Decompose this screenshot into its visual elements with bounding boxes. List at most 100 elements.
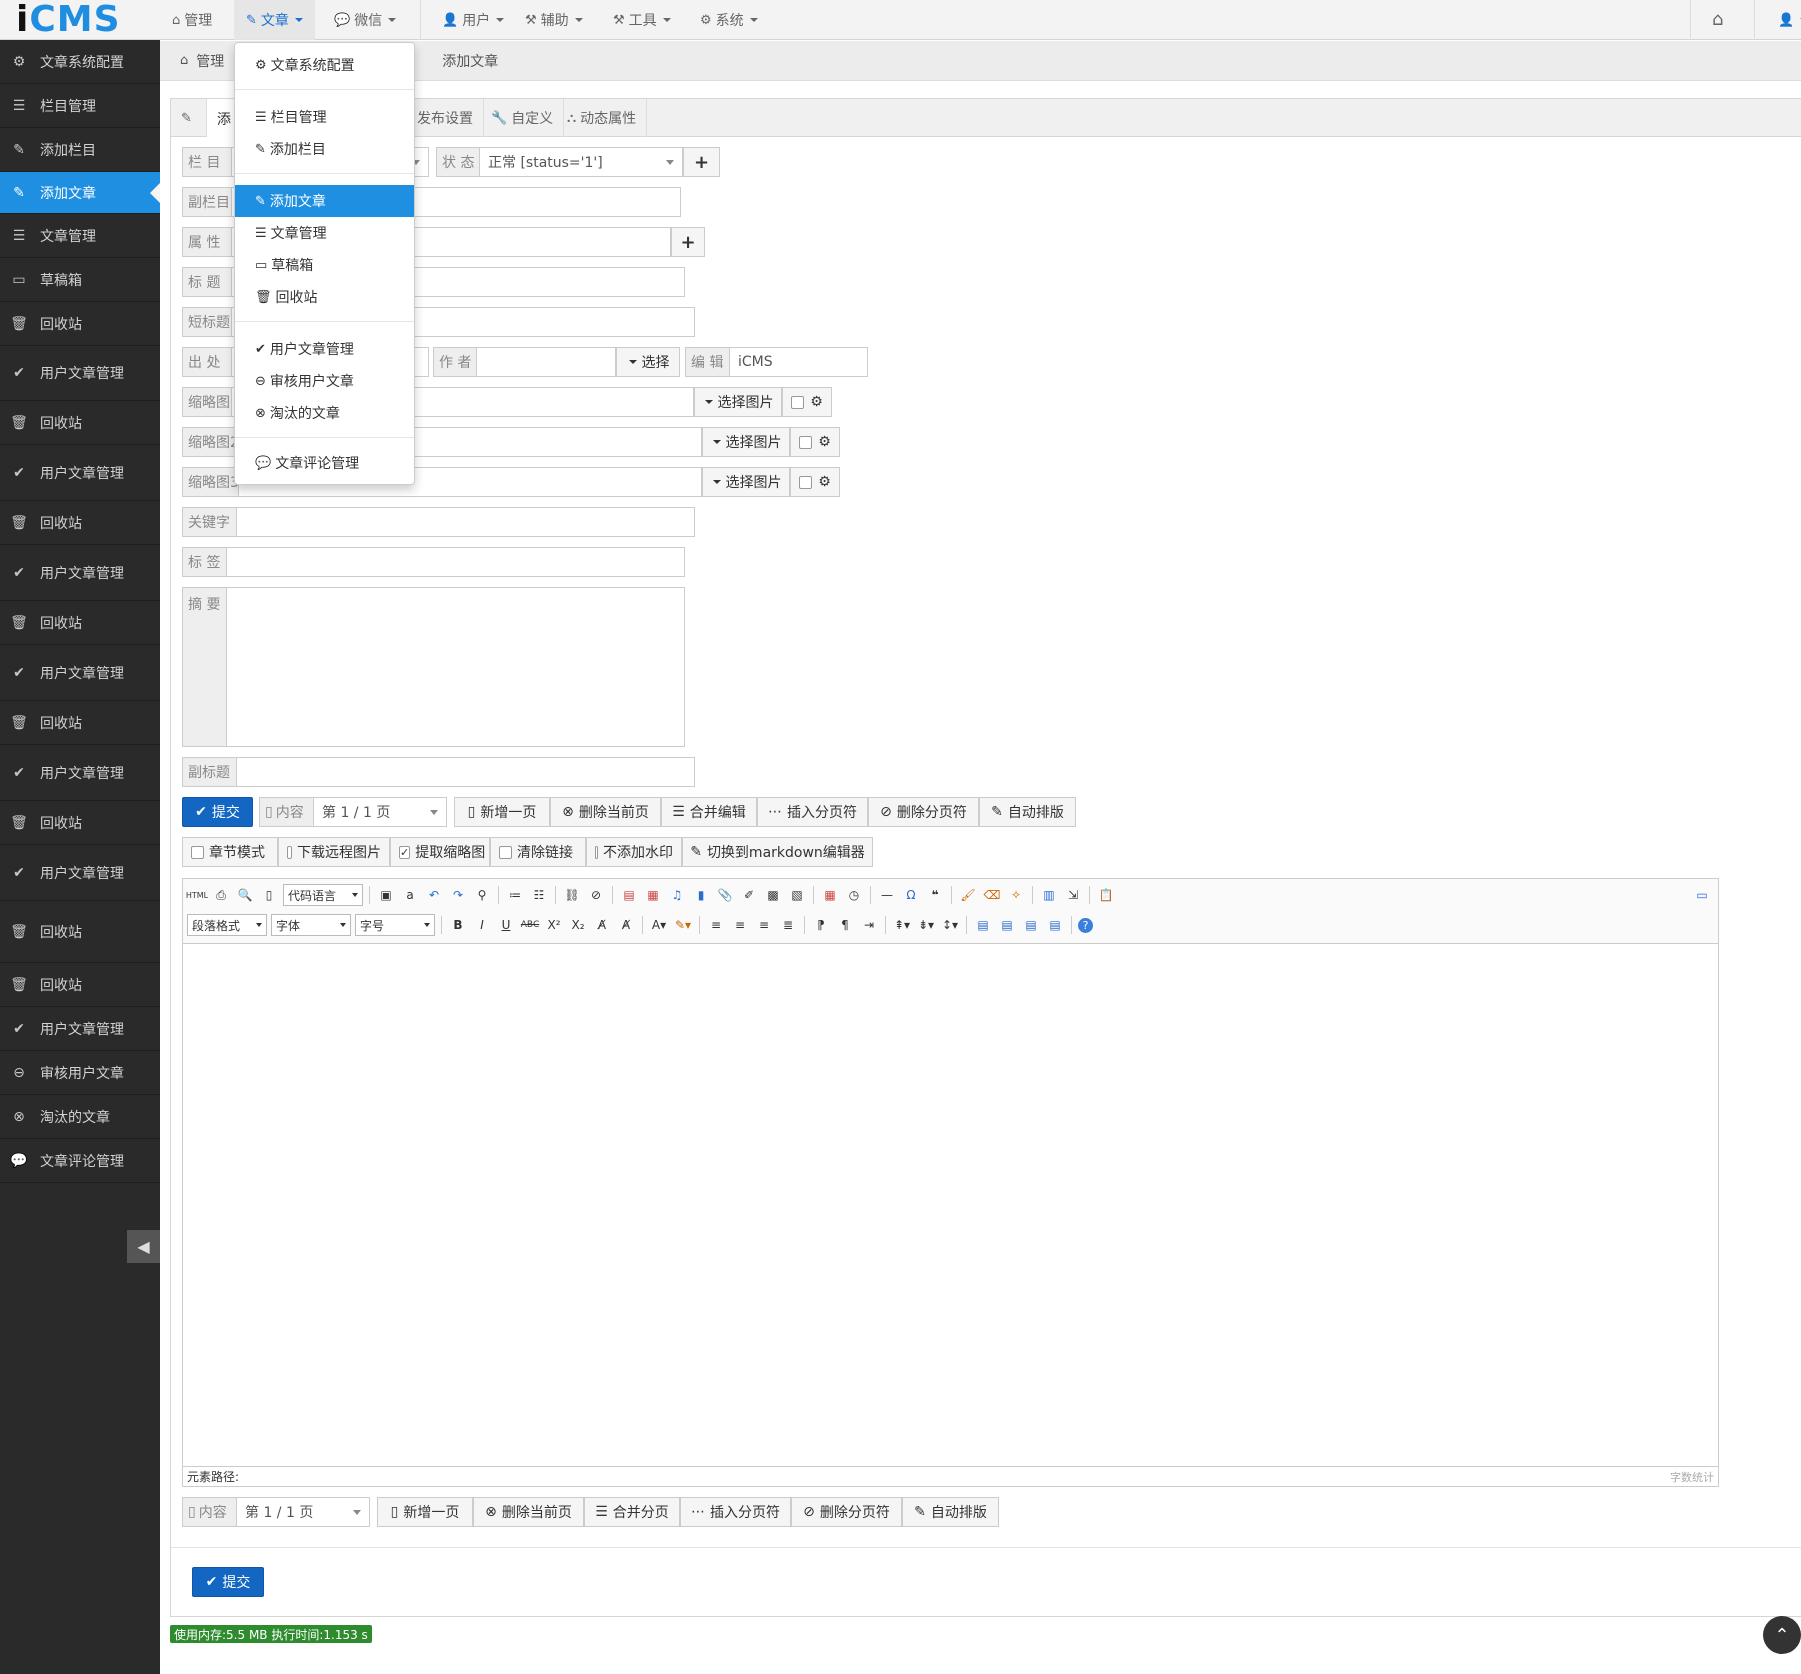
superscript-icon[interactable]: X² xyxy=(544,915,564,935)
dropdown-item-comments[interactable]: 💬 文章评论管理 xyxy=(235,447,414,479)
music-icon[interactable]: ♫ xyxy=(667,885,687,905)
underline-icon[interactable]: U xyxy=(496,915,516,935)
dropdown-item-user-articles[interactable]: ✔ 用户文章管理 xyxy=(235,333,414,365)
font-color-icon[interactable]: A▾ xyxy=(649,915,669,935)
sidebar-item-user-articles[interactable]: ✔ 用户文章管理 xyxy=(0,545,160,601)
user-menu[interactable]: 👤 xyxy=(1766,0,1801,40)
clear-links-option[interactable]: 清除链接 xyxy=(490,837,586,867)
tags-input[interactable] xyxy=(226,547,685,577)
topnav-assist[interactable]: ⚒ 辅助 xyxy=(513,0,595,40)
align-justify-icon[interactable]: ≣ xyxy=(778,915,798,935)
clear-links-checkbox[interactable] xyxy=(499,845,512,859)
sidebar-item-trash[interactable]: 🗑 回收站 xyxy=(0,963,160,1007)
sidebar-item-trash[interactable]: 🗑 回收站 xyxy=(0,401,160,445)
image-center-icon[interactable]: ▤ xyxy=(1045,915,1065,935)
video-icon[interactable]: ▮ xyxy=(691,885,711,905)
sidebar-item-trash[interactable]: 🗑 回收站 xyxy=(0,801,160,845)
sidebar-item-articles[interactable]: ☰ 文章管理 xyxy=(0,214,160,258)
page-select[interactable]: 第 1 / 1 页 xyxy=(313,797,447,827)
insert-break-button-bottom[interactable]: ⋯ 插入分页符 xyxy=(680,1497,791,1527)
find-icon[interactable]: ⚲ xyxy=(472,885,492,905)
paste-icon[interactable]: 📋 xyxy=(1096,885,1116,905)
line-height-icon[interactable]: ↕▾ xyxy=(940,915,960,935)
new-page-button-bottom[interactable]: ▯ 新增一页 xyxy=(377,1497,473,1527)
choose-image-button-2[interactable]: 选择图片 xyxy=(702,427,790,457)
tab-custom[interactable]: 🔧 自定义 xyxy=(481,99,565,137)
remote-images-option[interactable]: 下载远程图片 xyxy=(278,837,390,867)
page-select-bottom[interactable]: 第 1 / 1 页 xyxy=(236,1497,370,1527)
new-page-button[interactable]: ▯ 新增一页 xyxy=(454,797,550,827)
image-none-icon[interactable]: ▤ xyxy=(973,915,993,935)
tab-publish-settings[interactable]: 发布设置 xyxy=(407,99,484,137)
map-icon[interactable]: ▩ xyxy=(763,885,783,905)
auto-type-icon[interactable]: ✧ xyxy=(1006,885,1026,905)
bold-icon[interactable]: B xyxy=(448,915,468,935)
choose-image-button-1[interactable]: 选择图片 xyxy=(694,387,782,417)
add-status-button[interactable]: + xyxy=(683,147,720,177)
remote-images-checkbox[interactable] xyxy=(287,845,292,859)
sidebar-item-user-articles[interactable]: ✔ 用户文章管理 xyxy=(0,346,160,401)
scrawl-icon[interactable]: ✐ xyxy=(739,885,759,905)
sidebar-item-trash[interactable]: 🗑 回收站 xyxy=(0,501,160,545)
dropdown-item-articles[interactable]: ☰ 文章管理 xyxy=(235,217,414,249)
delete-break-button-bottom[interactable]: ⊘ 删除分页符 xyxy=(791,1497,902,1527)
text-icon[interactable]: a xyxy=(400,885,420,905)
extract-thumb-option[interactable]: ✓ 提取缩略图 xyxy=(390,837,490,867)
save-icon[interactable]: ▣ xyxy=(376,885,396,905)
fullscreen-icon[interactable]: ▭ xyxy=(1692,885,1712,905)
topnav-tools[interactable]: ⚒ 工具 xyxy=(601,0,683,40)
choose-image-button-3[interactable]: 选择图片 xyxy=(702,467,790,497)
image-right-icon[interactable]: ▤ xyxy=(1021,915,1041,935)
row-spacing-top-icon[interactable]: ⇞▾ xyxy=(892,915,912,935)
paragraph-format-select[interactable]: 段落格式 xyxy=(187,914,267,936)
dropdown-item-config[interactable]: ⚙ 文章系统配置 xyxy=(235,49,414,81)
sidebar-item-categories[interactable]: ☰ 栏目管理 xyxy=(0,84,160,128)
font-family-select[interactable]: 字体 xyxy=(271,914,351,936)
subscript-icon[interactable]: X₂ xyxy=(568,915,588,935)
topnav-wechat[interactable]: 💬 微信 xyxy=(322,0,408,40)
choose-author-button[interactable]: 选择 xyxy=(616,347,680,377)
extract-thumb-checkbox[interactable]: ✓ xyxy=(399,845,411,859)
ltr-icon[interactable]: ⁋ xyxy=(811,915,831,935)
sidebar-item-rejected[interactable]: ⊗ 淘汰的文章 xyxy=(0,1095,160,1139)
dropdown-item-drafts[interactable]: ▭ 草稿箱 xyxy=(235,249,414,281)
indent-icon[interactable]: ⇥ xyxy=(859,915,879,935)
tab-dynamic-attrs[interactable]: ⛬ 动态属性 xyxy=(557,99,648,137)
thumb2-checkbox[interactable] xyxy=(799,435,813,449)
summary-textarea[interactable] xyxy=(226,587,685,747)
new-doc-icon[interactable]: ▯ xyxy=(259,885,279,905)
unlink-icon[interactable]: ⊘ xyxy=(586,885,606,905)
delete-break-button[interactable]: ⊘ 删除分页符 xyxy=(868,797,979,827)
eraser-icon[interactable]: ⌫ xyxy=(982,885,1002,905)
submit-button-bottom[interactable]: ✔ 提交 xyxy=(192,1567,264,1597)
sidebar-item-trash[interactable]: 🗑 回收站 xyxy=(0,302,160,346)
align-center-icon[interactable]: ≡ xyxy=(730,915,750,935)
auto-format-button-bottom[interactable]: ✎ 自动排版 xyxy=(902,1497,999,1527)
sidebar-item-user-articles[interactable]: ✔ 用户文章管理 xyxy=(0,845,160,901)
attachment-icon[interactable]: 📎 xyxy=(715,885,735,905)
editor-content-area[interactable] xyxy=(183,945,1718,1466)
sidebar-item-add-article[interactable]: ✎ 添加文章 xyxy=(0,172,160,214)
preview-icon[interactable]: 🔍 xyxy=(235,885,255,905)
sidebar-item-trash[interactable]: 🗑 回收站 xyxy=(0,601,160,645)
chapter-mode-checkbox[interactable] xyxy=(191,845,204,859)
dropdown-item-review[interactable]: ⊖ 审核用户文章 xyxy=(235,365,414,397)
add-attr-button[interactable]: + xyxy=(671,227,705,257)
sidebar-item-comments[interactable]: 💬 文章评论管理 xyxy=(0,1139,160,1183)
sidebar-item-review[interactable]: ⊖ 审核用户文章 xyxy=(0,1051,160,1095)
thumb1-checkbox[interactable] xyxy=(791,395,805,409)
topnav-article[interactable]: ✎ 文章 xyxy=(234,0,315,40)
sidebar-item-user-articles[interactable]: ✔ 用户文章管理 xyxy=(0,1007,160,1051)
thumb1-options[interactable]: ⚙ xyxy=(782,387,832,417)
sidebar-item-trash[interactable]: 🗑 回收站 xyxy=(0,701,160,745)
dropdown-item-add-article[interactable]: ✎ 添加文章 xyxy=(235,185,414,217)
row-spacing-bottom-icon[interactable]: ⇟▾ xyxy=(916,915,936,935)
delete-page-button[interactable]: ⊗ 删除当前页 xyxy=(550,797,661,827)
status-select[interactable]: 正常 [status='1'] xyxy=(479,147,683,177)
background-color-icon[interactable]: ✎▾ xyxy=(673,915,693,935)
blockquote-icon[interactable]: ❝ xyxy=(925,885,945,905)
delete-page-button-bottom[interactable]: ⊗ 删除当前页 xyxy=(473,1497,584,1527)
ordered-list-icon[interactable]: ≔ xyxy=(505,885,525,905)
align-left-icon[interactable]: ≡ xyxy=(706,915,726,935)
page-break-icon[interactable]: ⇲ xyxy=(1063,885,1083,905)
